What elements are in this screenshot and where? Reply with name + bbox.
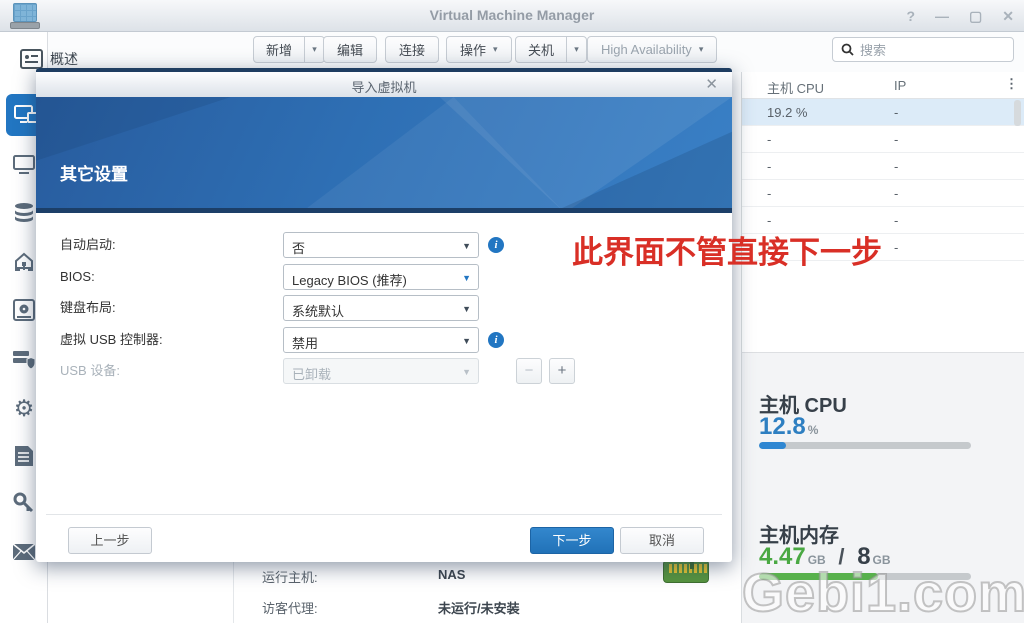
log-icon (14, 445, 34, 467)
keyboard-select[interactable]: 系统默认 ▼ (283, 295, 479, 321)
column-host-cpu[interactable]: 主机 CPU (767, 78, 824, 97)
running-host-label: 运行主机: (262, 567, 318, 586)
add-dropdown-arrow[interactable]: ▾ (304, 37, 324, 62)
vm-table-header: 主机 CPU IP ⋮ (742, 72, 1024, 99)
dialog-title: 导入虚拟机 (36, 77, 732, 96)
connect-button[interactable]: 连接 (385, 36, 439, 63)
vm-list-table: 主机 CPU IP ⋮ 19.2 % - - - - - - - - - - - (741, 72, 1024, 352)
chevron-down-icon: ▼ (462, 336, 471, 346)
edit-button[interactable]: 编辑 (323, 36, 377, 63)
field-usb-device: USB 设备: 已卸载 ▼ − + (36, 358, 732, 384)
vmm-app-window: Virtual Machine Manager ? — ▢ ✕ 新增 ▾ 编辑 … (0, 0, 1024, 623)
search-icon (841, 43, 854, 56)
column-menu-icon[interactable]: ⋮ (1005, 76, 1018, 92)
dialog-step-title: 其它设置 (60, 160, 128, 185)
high-availability-button[interactable]: High Availability▾ (587, 36, 717, 63)
guest-agent-label: 访客代理: (262, 598, 318, 617)
memory-module-icon (663, 560, 709, 583)
window-title: Virtual Machine Manager (0, 7, 1024, 23)
settings-gear-icon: ⚙ (14, 397, 35, 420)
overview-page-title: 概述 (20, 49, 78, 69)
chevron-down-icon: ▼ (462, 241, 471, 251)
bios-select[interactable]: Legacy BIOS (推荐) ▼ (283, 264, 479, 290)
host-cpu-value: 12.8% (759, 413, 818, 441)
action-button[interactable]: 操作▾ (446, 36, 512, 63)
add-button[interactable]: 新增 ▾ (253, 36, 325, 63)
dialog-footer-divider (46, 514, 722, 515)
search-placeholder: 搜索 (860, 40, 886, 59)
panel-divider (233, 562, 234, 623)
import-vm-dialog: 导入虚拟机 ✕ 其它设置 自动启动: 否 ▼ i BIOS: Legacy BI… (36, 68, 732, 562)
network-icon (12, 251, 36, 273)
chevron-down-icon: ▼ (462, 367, 471, 377)
table-row[interactable]: - - (742, 180, 1024, 207)
running-host-value: NAS (438, 567, 465, 582)
shutdown-dropdown-arrow[interactable]: ▾ (566, 37, 586, 62)
info-icon[interactable]: i (488, 237, 504, 253)
cancel-button[interactable]: 取消 (620, 527, 704, 554)
table-scrollbar[interactable] (1014, 100, 1021, 126)
field-keyboard: 键盘布局: 系统默认 ▼ (36, 295, 732, 321)
dialog-banner: 其它设置 (36, 97, 732, 213)
support-mail-icon (12, 543, 36, 561)
chevron-down-icon: ▼ (462, 304, 471, 314)
remove-usb-button[interactable]: − (516, 358, 542, 384)
add-usb-button[interactable]: + (549, 358, 575, 384)
overview-icon (20, 49, 43, 69)
image-disc-icon (13, 299, 35, 321)
chevron-down-icon: ▼ (462, 273, 471, 283)
search-input[interactable]: 搜索 (832, 37, 1014, 62)
guest-agent-value: 未运行/未安装 (438, 598, 520, 617)
toolbar: 新增 ▾ 编辑 连接 操作▾ 关机 ▾ High Availability▾ 搜… (48, 32, 1024, 72)
annotation-text: 此界面不管直接下一步 (572, 227, 882, 272)
dialog-titlebar: 导入虚拟机 ✕ (36, 72, 732, 97)
license-key-icon (13, 492, 35, 514)
monitor-icon (12, 155, 36, 175)
dialog-close-icon[interactable]: ✕ (705, 75, 718, 93)
usb-controller-select[interactable]: 禁用 ▼ (283, 327, 479, 353)
close-window-icon[interactable]: ✕ (1002, 8, 1014, 25)
maximize-icon[interactable]: ▢ (969, 8, 982, 25)
vm-icon (14, 105, 38, 125)
storage-icon (13, 202, 35, 224)
back-button[interactable]: 上一步 (68, 527, 152, 554)
column-ip[interactable]: IP (894, 78, 906, 93)
usb-device-select[interactable]: 已卸载 ▼ (283, 358, 479, 384)
table-row[interactable]: - - (742, 153, 1024, 180)
protection-icon (12, 349, 36, 371)
watermark: Gebi1.com (742, 562, 1024, 623)
field-usb-controller: 虚拟 USB 控制器: 禁用 ▼ i (36, 327, 732, 353)
next-button[interactable]: 下一步 (530, 527, 614, 554)
shutdown-button[interactable]: 关机 ▾ (515, 36, 587, 63)
window-header: Virtual Machine Manager ? — ▢ ✕ (0, 0, 1024, 32)
autostart-select[interactable]: 否 ▼ (283, 232, 479, 258)
table-row[interactable]: - - (742, 126, 1024, 153)
info-icon[interactable]: i (488, 332, 504, 348)
host-cpu-bar (759, 442, 971, 449)
table-row[interactable]: 19.2 % - (742, 99, 1024, 126)
minimize-icon[interactable]: — (935, 8, 949, 24)
help-icon[interactable]: ? (906, 8, 915, 24)
